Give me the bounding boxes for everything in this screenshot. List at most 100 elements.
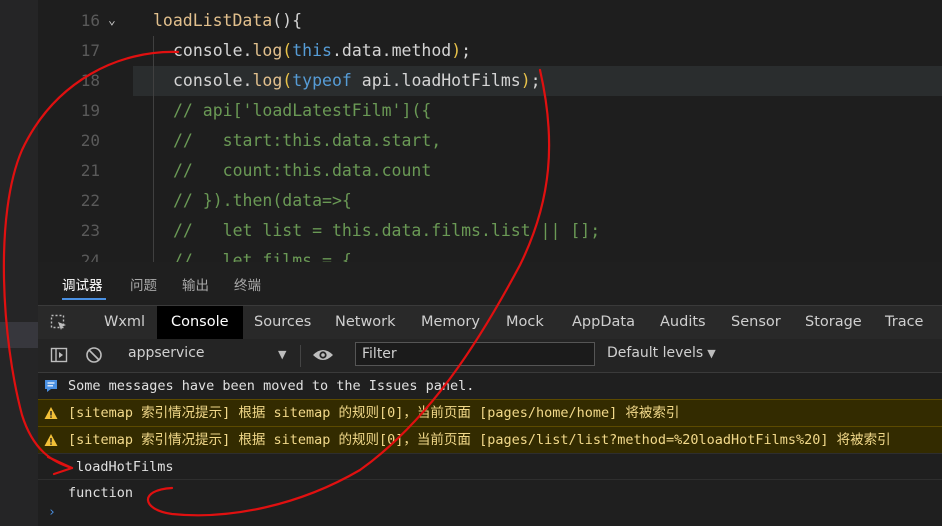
code-editor[interactable]: 16 ⌄ loadListData(){17 console.log(this.dat…: [38, 0, 942, 262]
tab-debugger[interactable]: 调试器: [62, 274, 103, 294]
code-token: // }).then(data=>{: [173, 191, 352, 210]
indent-guide: [153, 36, 154, 262]
tab-problems[interactable]: 问题: [130, 274, 157, 294]
code-line[interactable]: 19 // api['loadLatestFilm']({: [38, 96, 942, 126]
context-select[interactable]: appservice: [128, 345, 205, 361]
panel-tab-bar: 调试器 问题 输出 终端: [38, 262, 942, 304]
devtools-tab-network[interactable]: Network: [321, 306, 410, 339]
warning-icon: [44, 407, 58, 419]
filter-input[interactable]: [355, 342, 595, 366]
code-token: .data.method: [331, 41, 452, 60]
code-text: // let films = {: [173, 246, 352, 262]
fold-chevron-icon[interactable]: ⌄: [108, 6, 122, 36]
code-token: ;: [530, 71, 541, 90]
info-icon: [45, 380, 57, 392]
line-number: 22: [80, 191, 100, 210]
console-prompt[interactable]: ›: [48, 505, 56, 520]
devtools-tab-trace[interactable]: Trace: [871, 306, 937, 339]
devtools-tab-appdata[interactable]: AppData: [558, 306, 649, 339]
devtools-tab-audits[interactable]: Audits: [646, 306, 720, 339]
active-tab-indicator: [62, 298, 106, 300]
chevron-down-icon: ▼: [707, 347, 716, 360]
code-line[interactable]: 22 // }).then(data=>{: [38, 186, 942, 216]
code-token: loadListData: [153, 11, 273, 30]
devtools-tab-sources[interactable]: Sources: [240, 306, 325, 339]
code-token: console.: [173, 41, 253, 60]
code-text: // let list = this.data.films.list || []…: [173, 216, 600, 246]
tab-terminal[interactable]: 终端: [234, 274, 261, 294]
code-token: log: [252, 71, 283, 90]
log-levels-label: Default levels: [607, 345, 704, 361]
code-line[interactable]: 24 // let films = {: [38, 246, 942, 262]
code-text: // count:this.data.count: [173, 156, 431, 186]
code-token: this: [292, 41, 332, 60]
sidebar-selected-marker: [0, 322, 38, 348]
code-line[interactable]: 20 // start:this.data.start,: [38, 126, 942, 156]
code-token: (: [282, 71, 293, 90]
code-token: api.loadHotFilms: [351, 71, 521, 90]
code-text: // start:this.data.start,: [173, 126, 441, 156]
code-token: console.: [173, 71, 253, 90]
code-token: // api['loadLatestFilm']({: [173, 101, 432, 120]
code-text: console.log(this.data.method);: [173, 36, 471, 66]
console-log-message[interactable]: function: [38, 479, 942, 506]
tab-output[interactable]: 输出: [182, 274, 209, 294]
console-warning-message[interactable]: [sitemap 索引情况提示] 根据 sitemap 的规则[0]，当前页面 …: [38, 399, 942, 426]
devtools-tab-console[interactable]: Console: [157, 306, 243, 339]
line-number: 17: [80, 41, 100, 60]
code-line[interactable]: 18 console.log(typeof api.loadHotFilms);: [38, 66, 942, 96]
devtools-tab-bar: Wxml Console Sources Network Memory Mock…: [38, 305, 942, 340]
bottom-panel: 调试器 问题 输出 终端 Wxml Console Sources Networ…: [38, 262, 942, 526]
toolbar-divider: [300, 345, 301, 367]
devtools-tab-memory[interactable]: Memory: [407, 306, 494, 339]
chevron-down-icon[interactable]: ▼: [278, 348, 286, 361]
code-token: ): [520, 71, 531, 90]
code-token: // let films = {: [173, 251, 352, 262]
code-token: (: [282, 41, 293, 60]
code-token: typeof: [292, 71, 352, 90]
code-token: // start:this.data.start,: [173, 131, 442, 150]
warning-icon: [44, 434, 58, 446]
clear-icon[interactable]: [85, 346, 103, 364]
line-number: 23: [80, 221, 100, 240]
console-info-message[interactable]: Some messages have been moved to the Iss…: [38, 373, 942, 399]
console-toolbar: appservice ▼ Default levels▼: [38, 339, 942, 373]
line-number: 16: [80, 11, 100, 30]
console-output: Some messages have been moved to the Iss…: [38, 373, 942, 526]
devtools-tab-mock[interactable]: Mock: [492, 306, 558, 339]
console-log-text: function: [68, 485, 134, 501]
console-warning-text: [sitemap 索引情况提示] 根据 sitemap 的规则[0]，当前页面 …: [68, 405, 680, 421]
line-number: 18: [80, 71, 100, 90]
code-token: (){: [272, 11, 303, 30]
code-text: loadListData(){: [153, 6, 302, 36]
eye-icon[interactable]: [312, 347, 334, 363]
code-line[interactable]: 23 // let list = this.data.films.list || …: [38, 216, 942, 246]
line-number: 24: [80, 251, 100, 262]
code-token: ;: [461, 41, 472, 60]
code-line[interactable]: 17 console.log(this.data.method);: [38, 36, 942, 66]
line-number: 19: [80, 101, 100, 120]
devtools-tab-wxml[interactable]: Wxml: [90, 306, 159, 339]
code-token: log: [252, 41, 283, 60]
left-activity-strip: [0, 0, 38, 526]
log-levels-select[interactable]: Default levels ▼: [607, 345, 716, 361]
inspect-icon[interactable]: [50, 314, 68, 332]
console-log-message[interactable]: loadHotFilms: [38, 453, 942, 480]
code-line[interactable]: 21 // count:this.data.count: [38, 156, 942, 186]
devtools-tab-storage[interactable]: Storage: [791, 306, 876, 339]
code-text: // }).then(data=>{: [173, 186, 352, 216]
line-number: 20: [80, 131, 100, 150]
code-token: // count:this.data.count: [173, 161, 432, 180]
code-text: // api['loadLatestFilm']({: [173, 96, 431, 126]
code-token: ): [451, 41, 462, 60]
code-line[interactable]: 16 ⌄ loadListData(){: [38, 6, 942, 36]
code-text: console.log(typeof api.loadHotFilms);: [173, 66, 541, 96]
sidebar-toggle-icon[interactable]: [50, 346, 68, 364]
code-token: // let list = this.data.films.list || []…: [173, 221, 601, 240]
console-warning-message[interactable]: [sitemap 索引情况提示] 根据 sitemap 的规则[0]，当前页面 …: [38, 426, 942, 453]
console-log-text: loadHotFilms: [76, 459, 174, 475]
devtools-tab-sensor[interactable]: Sensor: [717, 306, 795, 339]
console-warning-text: [sitemap 索引情况提示] 根据 sitemap 的规则[0]，当前页面 …: [68, 432, 891, 448]
line-number: 21: [80, 161, 100, 180]
console-info-text: Some messages have been moved to the Iss…: [68, 378, 475, 394]
